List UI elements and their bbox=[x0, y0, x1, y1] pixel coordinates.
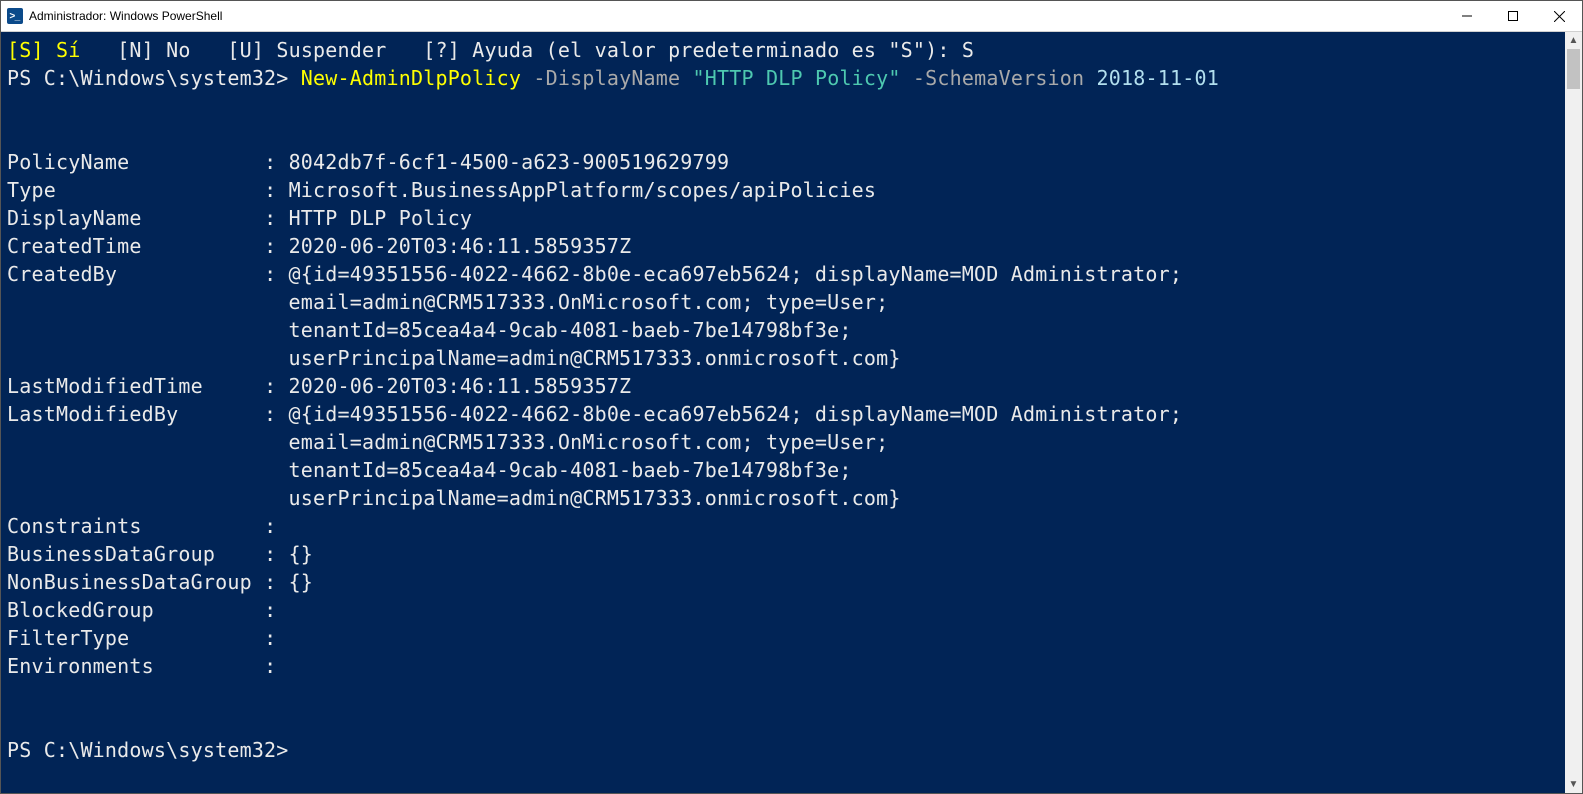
label-type: Type bbox=[7, 178, 56, 202]
value-createdby-l4: userPrincipalName=admin@CRM517333.onmicr… bbox=[289, 346, 901, 370]
cmdlet-name: New-AdminDlpPolicy bbox=[301, 66, 521, 90]
value-nonbusinessdatagroup: {} bbox=[289, 570, 313, 594]
label-createdby: CreatedBy bbox=[7, 262, 117, 286]
value-businessdatagroup: {} bbox=[289, 542, 313, 566]
powershell-window: >_ Administrador: Windows PowerShell [S]… bbox=[0, 0, 1583, 794]
scrollbar-track[interactable] bbox=[1565, 49, 1582, 776]
powershell-icon: >_ bbox=[7, 8, 23, 24]
final-prompt: PS C:\Windows\system32> bbox=[7, 738, 289, 762]
scroll-down-arrow-icon[interactable]: ▼ bbox=[1565, 776, 1582, 793]
label-blockedgroup: BlockedGroup bbox=[7, 598, 154, 622]
label-filtertype: FilterType bbox=[7, 626, 129, 650]
scroll-up-arrow-icon[interactable]: ▲ bbox=[1565, 32, 1582, 49]
confirm-u: [U] Suspender bbox=[227, 38, 386, 62]
close-button[interactable] bbox=[1536, 1, 1582, 31]
maximize-button[interactable] bbox=[1490, 1, 1536, 31]
label-environments: Environments bbox=[7, 654, 154, 678]
window-controls bbox=[1444, 1, 1582, 31]
value-policyname: 8042db7f-6cf1-4500-a623-900519629799 bbox=[289, 150, 730, 174]
value-lastmodby-l1: @{id=49351556-4022-4662-8b0e-eca697eb562… bbox=[289, 402, 1183, 426]
confirm-s: [S] Sí bbox=[7, 38, 80, 62]
confirm-n: [N] No bbox=[117, 38, 190, 62]
titlebar[interactable]: >_ Administrador: Windows PowerShell bbox=[1, 1, 1582, 32]
value-createdby-l2: email=admin@CRM517333.OnMicrosoft.com; t… bbox=[289, 290, 889, 314]
value-lastmodby-l4: userPrincipalName=admin@CRM517333.onmicr… bbox=[289, 486, 901, 510]
label-lastmodifiedby: LastModifiedBy bbox=[7, 402, 178, 426]
value-type: Microsoft.BusinessAppPlatform/scopes/api… bbox=[289, 178, 877, 202]
prompt-path: PS C:\Windows\system32> bbox=[7, 66, 289, 90]
console[interactable]: [S] Sí [N] No [U] Suspender [?] Ayuda (e… bbox=[1, 32, 1565, 793]
value-createdby-l3: tenantId=85cea4a4-9cab-4081-baeb-7be1479… bbox=[289, 318, 852, 342]
value-lastmodby-l2: email=admin@CRM517333.OnMicrosoft.com; t… bbox=[289, 430, 889, 454]
label-nonbusinessdatagroup: NonBusinessDataGroup bbox=[7, 570, 252, 594]
param-schemaversion: -SchemaVersion bbox=[913, 66, 1084, 90]
value-createdby-l1: @{id=49351556-4022-4662-8b0e-eca697eb562… bbox=[289, 262, 1183, 286]
arg-displayname: "HTTP DLP Policy" bbox=[693, 66, 901, 90]
minimize-button[interactable] bbox=[1444, 1, 1490, 31]
scrollbar-thumb[interactable] bbox=[1567, 49, 1580, 89]
label-displayname: DisplayName bbox=[7, 206, 142, 230]
console-area: [S] Sí [N] No [U] Suspender [?] Ayuda (e… bbox=[1, 32, 1582, 793]
value-lastmodby-l3: tenantId=85cea4a4-9cab-4081-baeb-7be1479… bbox=[289, 458, 852, 482]
confirm-answer: S bbox=[962, 38, 974, 62]
window-title: Administrador: Windows PowerShell bbox=[29, 9, 222, 23]
vertical-scrollbar[interactable]: ▲ ▼ bbox=[1565, 32, 1582, 793]
label-lastmodifiedtime: LastModifiedTime bbox=[7, 374, 203, 398]
value-createdtime: 2020-06-20T03:46:11.5859357Z bbox=[289, 234, 632, 258]
confirm-help: [?] Ayuda (el valor predeterminado es "S… bbox=[423, 38, 949, 62]
label-createdtime: CreatedTime bbox=[7, 234, 142, 258]
label-businessdatagroup: BusinessDataGroup bbox=[7, 542, 215, 566]
arg-schemaversion: 2018-11-01 bbox=[1097, 66, 1219, 90]
label-policyname: PolicyName bbox=[7, 150, 129, 174]
value-displayname: HTTP DLP Policy bbox=[289, 206, 473, 230]
value-lastmodifiedtime: 2020-06-20T03:46:11.5859357Z bbox=[289, 374, 632, 398]
param-displayname: -DisplayName bbox=[533, 66, 680, 90]
titlebar-left: >_ Administrador: Windows PowerShell bbox=[1, 8, 222, 24]
label-constraints: Constraints bbox=[7, 514, 142, 538]
